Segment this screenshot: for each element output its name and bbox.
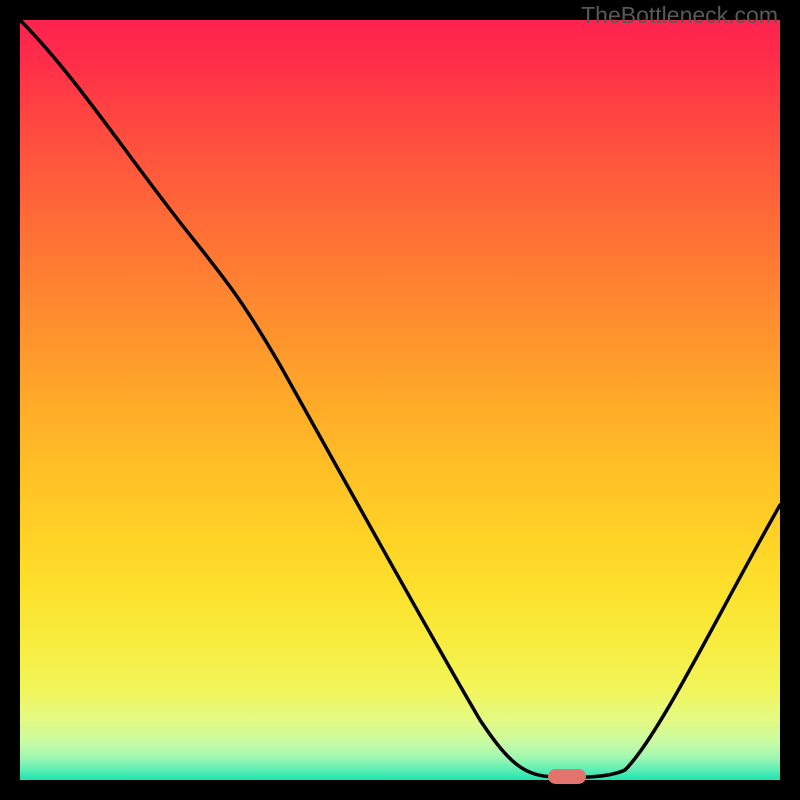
plot-area [20, 20, 780, 780]
optimal-marker [548, 769, 586, 784]
bottleneck-curve [20, 20, 780, 780]
watermark-text: TheBottleneck.com [581, 2, 778, 29]
